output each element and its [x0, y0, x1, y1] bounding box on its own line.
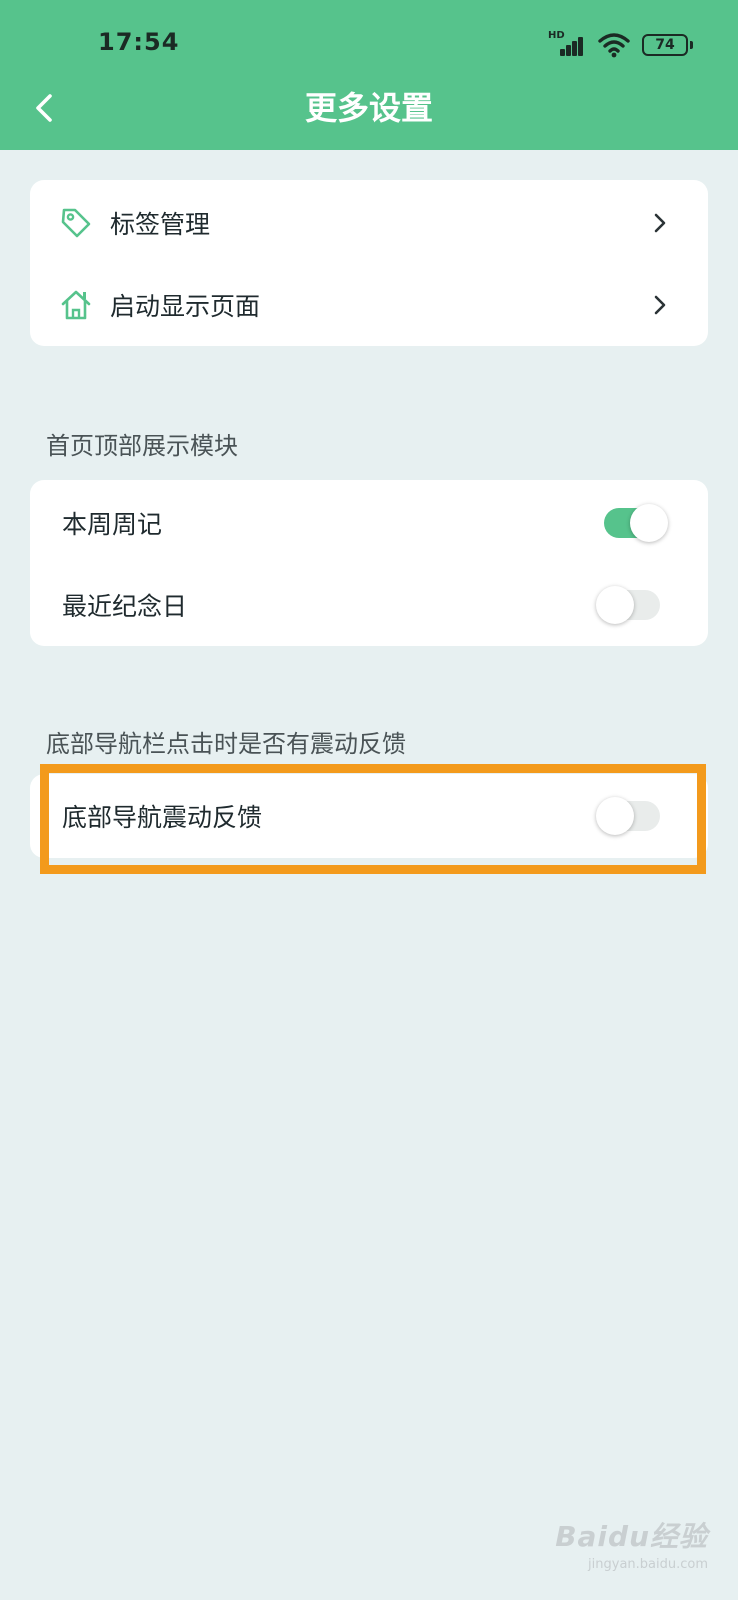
watermark-url: jingyan.baidu.com	[588, 1557, 708, 1572]
chevron-right-icon	[654, 295, 666, 315]
battery-level: 74	[655, 37, 675, 53]
status-time: 17:54	[98, 28, 180, 56]
weekly-journal-label: 本周周记	[62, 510, 163, 539]
recent-anniversary-label: 最近纪念日	[62, 592, 188, 621]
general-settings-card: 标签管理 启动显示页面	[30, 180, 708, 346]
app-header: 17:54 HD 74 更多设置	[0, 0, 738, 150]
signal-icon: HD	[548, 30, 586, 58]
home-modules-section-title: 首页顶部展示模块	[46, 432, 238, 460]
weekly-journal-row: 本周周记	[30, 482, 708, 564]
watermark-brand: Baidu经验	[555, 1520, 708, 1553]
home-icon	[58, 287, 94, 323]
page-title: 更多设置	[304, 89, 433, 127]
tag-management-row[interactable]: 标签管理	[30, 182, 708, 264]
home-modules-card: 本周周记 最近纪念日	[30, 480, 708, 646]
recent-anniversary-row: 最近纪念日	[30, 564, 708, 646]
recent-anniversary-toggle[interactable]	[596, 586, 660, 624]
network-type: HD	[548, 30, 565, 41]
launch-page-label: 启动显示页面	[110, 292, 261, 321]
watermark: Baidu经验 jingyan.baidu.com	[555, 1515, 708, 1572]
weekly-journal-toggle[interactable]	[604, 504, 668, 542]
nav-feedback-section-title: 底部导航栏点击时是否有震动反馈	[46, 730, 406, 758]
status-icons: HD 74	[548, 30, 693, 60]
wifi-icon	[598, 33, 630, 58]
tag-management-label: 标签管理	[110, 210, 211, 239]
chevron-right-icon	[654, 213, 666, 233]
nav-vibration-row: 底部导航震动反馈	[30, 775, 708, 857]
nav-vibration-toggle[interactable]	[596, 797, 660, 835]
nav-feedback-card: 底部导航震动反馈	[30, 774, 708, 858]
tag-icon	[58, 205, 94, 241]
launch-page-row[interactable]: 启动显示页面	[30, 264, 708, 346]
battery-icon: 74	[642, 34, 693, 56]
nav-vibration-label: 底部导航震动反馈	[62, 803, 263, 832]
